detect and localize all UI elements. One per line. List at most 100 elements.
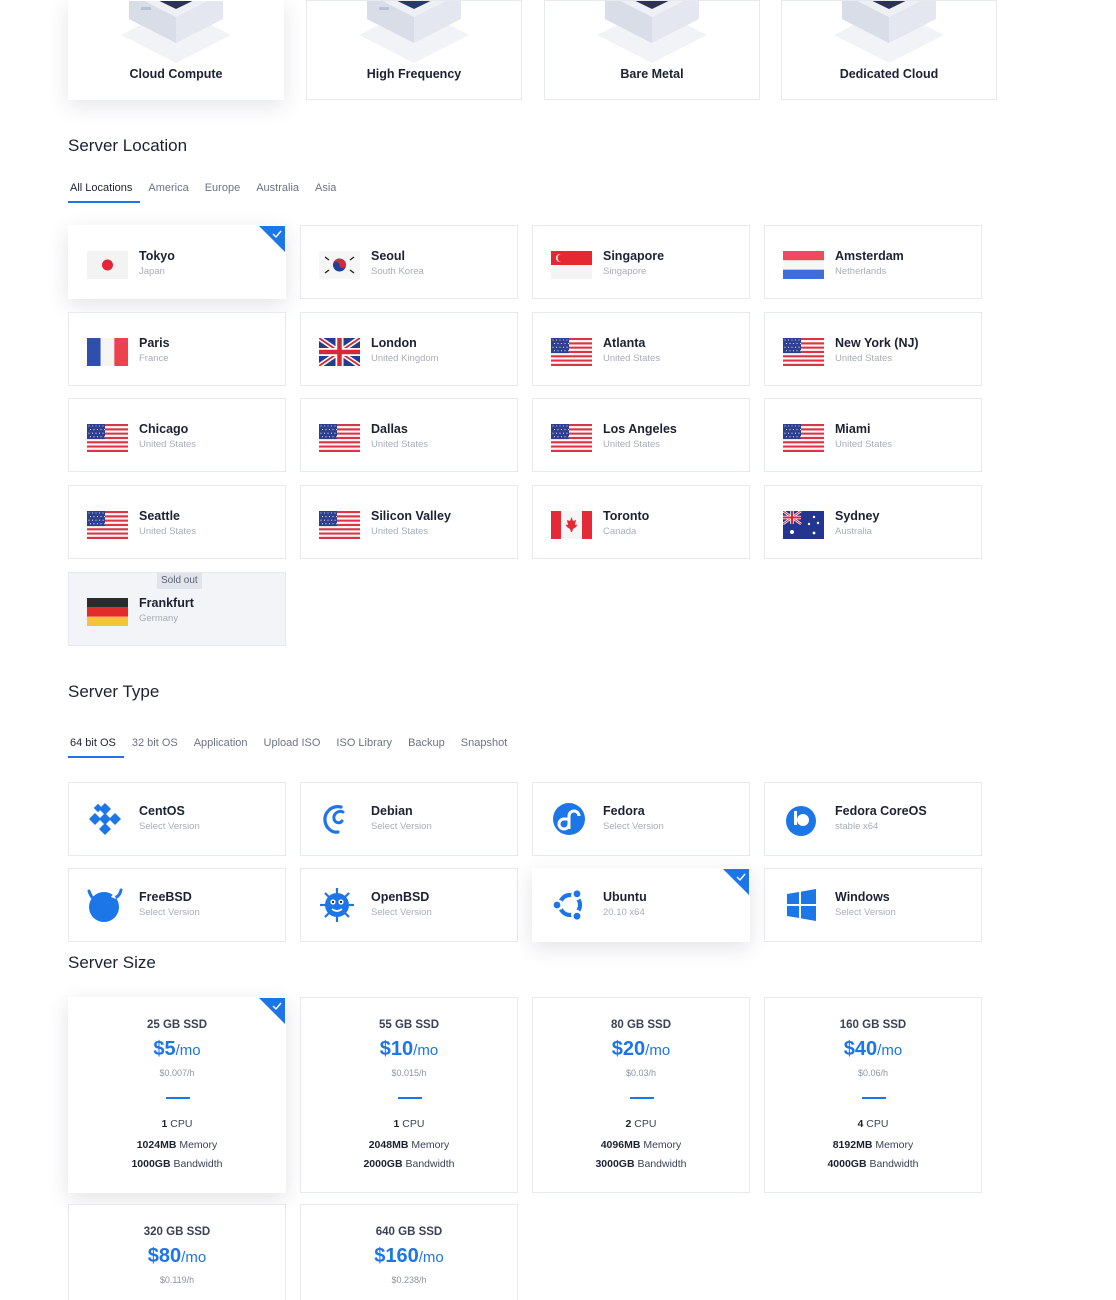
tab-america[interactable]: America [140,181,196,203]
tab-32-bit-os[interactable]: 32 bit OS [124,736,186,758]
product-label: Cloud Compute [129,67,223,81]
size-hourly: $0.06/h [857,1068,889,1078]
size-hourly: $0.238/h [391,1275,427,1285]
location-card-toronto[interactable]: Toronto Canada [532,485,750,559]
location-card-london[interactable]: London United Kingdom [300,312,518,386]
location-city: Seoul [371,249,406,263]
location-card-los-angeles[interactable]: Los Angeles United States [532,398,750,472]
os-version: 20.10 x64 [603,907,645,918]
dedicated-cloud-illustration [834,1,944,63]
tab-all-locations[interactable]: All Locations [68,181,141,203]
location-card-dallas[interactable]: Dallas United States [300,398,518,472]
fedora-icon [553,803,585,835]
location-card-amsterdam[interactable]: Amsterdam Netherlands [764,225,982,299]
location-country: Singapore [603,266,647,277]
size-disk: 320 GB SSD [143,1226,211,1238]
location-card-frankfurt[interactable]: Sold out Frankfurt Germany [68,572,286,646]
location-country: United States [139,526,197,537]
location-city: Sydney [835,509,880,523]
flag-united-states-icon [783,424,824,452]
product-card-high-frequency[interactable]: High Frequency [306,0,522,100]
location-city: Chicago [139,422,189,436]
size-cpu: 2 CPU [625,1118,657,1130]
size-hourly: $0.119/h [159,1275,195,1285]
tab-application[interactable]: Application [186,736,256,758]
size-card-25gb[interactable]: 25 GB SSD $5/mo $0.007/h 1 CPU 1024MB Me… [68,997,286,1193]
location-card-paris[interactable]: Paris France [68,312,286,386]
location-card-seattle[interactable]: Seattle United States [68,485,286,559]
size-bandwidth: 1000GB Bandwidth [131,1158,223,1170]
location-city: Singapore [603,249,665,263]
tab-europe[interactable]: Europe [197,181,248,203]
location-card-atlanta[interactable]: Atlanta United States [532,312,750,386]
flag-germany-icon [87,598,128,626]
location-city: Tokyo [139,249,175,263]
os-version: Select Version [835,907,896,918]
size-cpu: 1 CPU [161,1118,193,1130]
size-disk: 160 GB SSD [839,1019,907,1031]
os-name: Debian [371,804,413,818]
size-price: $160/mo [374,1245,444,1267]
location-country: United States [371,439,429,450]
size-bandwidth: 3000GB Bandwidth [595,1158,687,1170]
location-card-singapore[interactable]: Singapore Singapore [532,225,750,299]
tab-iso-library[interactable]: ISO Library [328,736,400,758]
tab-backup[interactable]: Backup [400,736,453,758]
os-version: Select Version [139,821,200,832]
location-city: Atlanta [603,336,646,350]
location-card-new-york[interactable]: New York (NJ) United States [764,312,982,386]
os-card-centos[interactable]: CentOS Select Version [68,782,286,856]
sold-out-badge: Sold out [157,573,202,589]
os-name: Fedora CoreOS [835,804,927,818]
tab-snapshot[interactable]: Snapshot [453,736,515,758]
location-card-tokyo[interactable]: Tokyo Japan [68,225,286,299]
tab-asia[interactable]: Asia [307,181,344,203]
os-card-debian[interactable]: Debian Select Version [300,782,518,856]
os-card-windows[interactable]: Windows Select Version [764,868,982,942]
size-divider [166,1097,190,1099]
location-country: United States [371,526,429,537]
os-card-fedora[interactable]: Fedora Select Version [532,782,750,856]
os-card-fedora-coreos[interactable]: Fedora CoreOS stable x64 [764,782,982,856]
os-card-ubuntu[interactable]: Ubuntu 20.10 x64 [532,868,750,942]
os-name: Windows [835,890,890,904]
size-card-320gb[interactable]: 320 GB SSD $80/mo $0.119/h [68,1204,286,1300]
flag-united-states-icon [551,338,592,366]
server-type-title: Server Type [68,682,160,701]
tab-australia[interactable]: Australia [248,181,307,203]
product-card-cloud-compute[interactable]: Cloud Compute [68,0,284,100]
location-city: Miami [835,422,871,436]
location-card-chicago[interactable]: Chicago United States [68,398,286,472]
size-disk: 25 GB SSD [146,1019,208,1031]
selected-check-icon [259,226,285,252]
location-card-sydney[interactable]: Sydney Australia [764,485,982,559]
size-card-55gb[interactable]: 55 GB SSD $10/mo $0.015/h 1 CPU 2048MB M… [300,997,518,1193]
server-size-title: Server Size [68,953,156,972]
product-card-bare-metal[interactable]: Bare Metal [544,0,760,100]
flag-canada-icon [551,511,592,539]
selected-check-icon [723,869,749,895]
size-hourly: $0.015/h [391,1068,427,1078]
os-card-openbsd[interactable]: OpenBSD Select Version [300,868,518,942]
product-label: Dedicated Cloud [839,67,939,81]
location-card-miami[interactable]: Miami United States [764,398,982,472]
location-card-seoul[interactable]: Seoul South Korea [300,225,518,299]
os-version: Select Version [139,907,200,918]
size-divider [862,1097,886,1099]
product-card-dedicated-cloud[interactable]: Dedicated Cloud [781,0,997,100]
os-version: Select Version [603,821,664,832]
size-card-160gb[interactable]: 160 GB SSD $40/mo $0.06/h 4 CPU 8192MB M… [764,997,982,1193]
location-country: South Korea [371,266,424,277]
size-price: $5/mo [153,1038,201,1060]
size-card-640gb[interactable]: 640 GB SSD $160/mo $0.238/h [300,1204,518,1300]
tab-64-bit-os[interactable]: 64 bit OS [68,736,124,758]
location-country: United Kingdom [371,353,439,364]
flag-united-states-icon [551,424,592,452]
size-cpu: 1 CPU [393,1118,425,1130]
size-disk: 640 GB SSD [375,1226,443,1238]
location-card-silicon-valley[interactable]: Silicon Valley United States [300,485,518,559]
tab-upload-iso[interactable]: Upload ISO [256,736,329,758]
size-card-80gb[interactable]: 80 GB SSD $20/mo $0.03/h 2 CPU 4096MB Me… [532,997,750,1193]
server-type-tabs: 64 bit OS 32 bit OS Application Upload I… [68,736,515,758]
os-card-freebsd[interactable]: FreeBSD Select Version [68,868,286,942]
